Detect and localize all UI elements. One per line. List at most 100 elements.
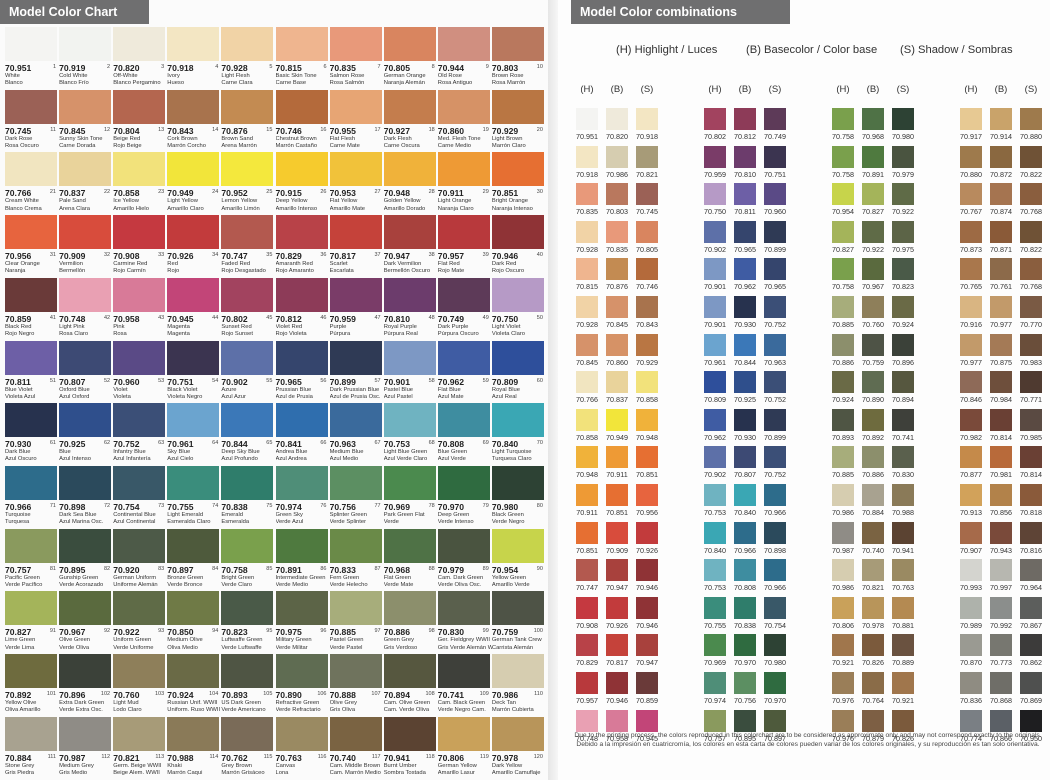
- color-chip: 70.969 78 Park Green Flat Verde: [383, 465, 436, 529]
- combo-swatch: [892, 521, 914, 544]
- combo-swatch: [990, 220, 1012, 243]
- chip-index: 23: [158, 189, 165, 196]
- combo-swatch: [764, 446, 786, 469]
- color-chip: 70.759 100 German Tank Crew Carrista Alemán: [491, 591, 544, 654]
- color-swatch: [437, 215, 490, 250]
- combo-code: 70.767: [960, 207, 982, 217]
- combo-swatch: [636, 258, 658, 281]
- color-code: 70.955: [329, 125, 356, 136]
- color-swatch: [113, 27, 166, 61]
- color-name: Khaki Marrón Caqui: [167, 762, 203, 776]
- color-name: Pacific Green Verde Pacífico: [5, 574, 43, 588]
- chip-index: 21: [49, 189, 56, 196]
- color-code: 70.956: [5, 251, 32, 262]
- combo-swatch: [704, 559, 726, 582]
- color-code: 70.748: [59, 313, 86, 324]
- color-name: White Blanco: [5, 73, 23, 87]
- color-chip: 70.930 61 Dark Blue Azul Oscuro: [5, 403, 57, 466]
- combo-swatch: [1020, 183, 1042, 206]
- color-swatch: [221, 277, 274, 312]
- combo-code: 70.747: [576, 583, 598, 593]
- combo-swatch: [832, 220, 854, 243]
- color-name: Fern Green Verde Helecho: [329, 574, 368, 588]
- color-name: Clear Orange Naranja: [5, 261, 40, 275]
- color-code: 70.741: [437, 690, 465, 700]
- color-chip: 70.766 21 Cream White Blanco Crema: [5, 152, 57, 215]
- combo-swatch: [990, 596, 1012, 619]
- combo-code: 70.980: [764, 658, 786, 668]
- color-swatch: [383, 152, 436, 187]
- color-swatch: [5, 89, 57, 124]
- color-chip: 70.897 84 Bronze Green Verde Bronce: [167, 528, 220, 592]
- color-swatch: [221, 654, 274, 688]
- chip-index: 5: [269, 64, 273, 70]
- combo-code: 70.820: [606, 132, 628, 141]
- color-swatch: [221, 591, 274, 626]
- combo-swatch: [990, 521, 1012, 544]
- chip-index: 116: [317, 753, 327, 760]
- model-color-chart-page: Model Color Chart 70.951 1 White Blanco 70.9…: [0, 0, 548, 780]
- combo-swatch: [636, 559, 658, 582]
- combo-swatch: [1020, 446, 1042, 469]
- color-swatch: [221, 716, 274, 751]
- combo-code: 70.751: [764, 169, 786, 179]
- combo-code: 70.966: [764, 583, 786, 593]
- color-swatch: [491, 215, 544, 250]
- footnote: Due to the printing process, the colors …: [566, 731, 1050, 749]
- color-name: Gunship Green Verde Acorazado: [59, 574, 104, 588]
- chip-index: 1: [52, 64, 56, 70]
- combo-swatch: [636, 596, 658, 619]
- combo-swatch: [606, 258, 628, 281]
- color-swatch: [59, 716, 112, 751]
- color-name: Lemon Yellow Amarillo Limón: [221, 198, 260, 212]
- color-code: 70.820: [113, 63, 140, 73]
- color-name: Scarlet Escarlata: [329, 261, 354, 275]
- color-code: 70.948: [383, 188, 410, 199]
- color-name: Violet Red Rojo Violeta: [275, 323, 307, 337]
- combo-code: 70.811: [734, 207, 756, 217]
- color-code: 70.968: [383, 564, 410, 575]
- color-swatch: [113, 403, 166, 438]
- color-swatch: [167, 277, 220, 312]
- chip-index: 44: [212, 314, 219, 321]
- combo-code: 70.755: [704, 620, 726, 630]
- combo-code: 70.746: [636, 282, 658, 292]
- combo-swatch: [990, 672, 1012, 694]
- combo-swatch: [832, 709, 854, 732]
- combo-swatch: [734, 408, 756, 431]
- chip-index: 50: [536, 314, 543, 321]
- combo-code: 70.845: [576, 357, 598, 367]
- color-code: 70.952: [221, 188, 248, 199]
- color-chip: 70.810 48 Royal Purple Púrpura Real: [383, 277, 436, 341]
- combo-swatch: [576, 446, 598, 469]
- combo-swatch: [1020, 145, 1042, 168]
- color-chip: 70.919 2 Cold White Blanco Frío: [59, 27, 112, 90]
- color-name: Light Blue Green Azul Verde Claro: [383, 449, 428, 463]
- chip-index: 30: [536, 189, 543, 196]
- combo-code: 70.962: [704, 432, 726, 442]
- chip-index: 35: [266, 252, 273, 259]
- color-chip: 70.740 117 Cam. Middle Brown Cam. Marrón Me…: [329, 716, 382, 780]
- color-chip: 70.837 22 Pale Sand Arena Clara: [59, 152, 112, 215]
- color-name: Brown Rose Rosa Marrón: [491, 73, 526, 87]
- combo-code: 70.875: [990, 357, 1012, 367]
- chip-index: 4: [215, 64, 219, 70]
- combo-code: 70.941: [892, 545, 914, 555]
- color-chip: 70.838 75 Emerald Esmeralda: [221, 465, 274, 529]
- chip-index: 117: [371, 753, 381, 760]
- color-chip: 70.928 5 Light Flesh Carne Clara: [221, 27, 274, 90]
- color-chip: 70.844 65 Deep Sky Blue Azul Profundo: [221, 403, 274, 466]
- color-swatch: [329, 528, 382, 563]
- chip-index: 89: [482, 565, 489, 572]
- chip-index: 101: [46, 691, 56, 697]
- color-swatch: [113, 89, 166, 124]
- chip-index: 81: [49, 565, 56, 572]
- combo-swatch: [1020, 596, 1042, 619]
- combo-code: 70.983: [1020, 357, 1042, 367]
- column-letter: (B): [738, 84, 752, 95]
- color-code: 70.860: [437, 125, 465, 136]
- color-chip: 70.909 32 Vermilion Bermellón: [59, 215, 112, 278]
- color-name: Grey Brown Marrón Grisáceo: [221, 762, 265, 776]
- color-name: Violet Violeta: [113, 386, 131, 400]
- chip-index: 60: [536, 377, 543, 384]
